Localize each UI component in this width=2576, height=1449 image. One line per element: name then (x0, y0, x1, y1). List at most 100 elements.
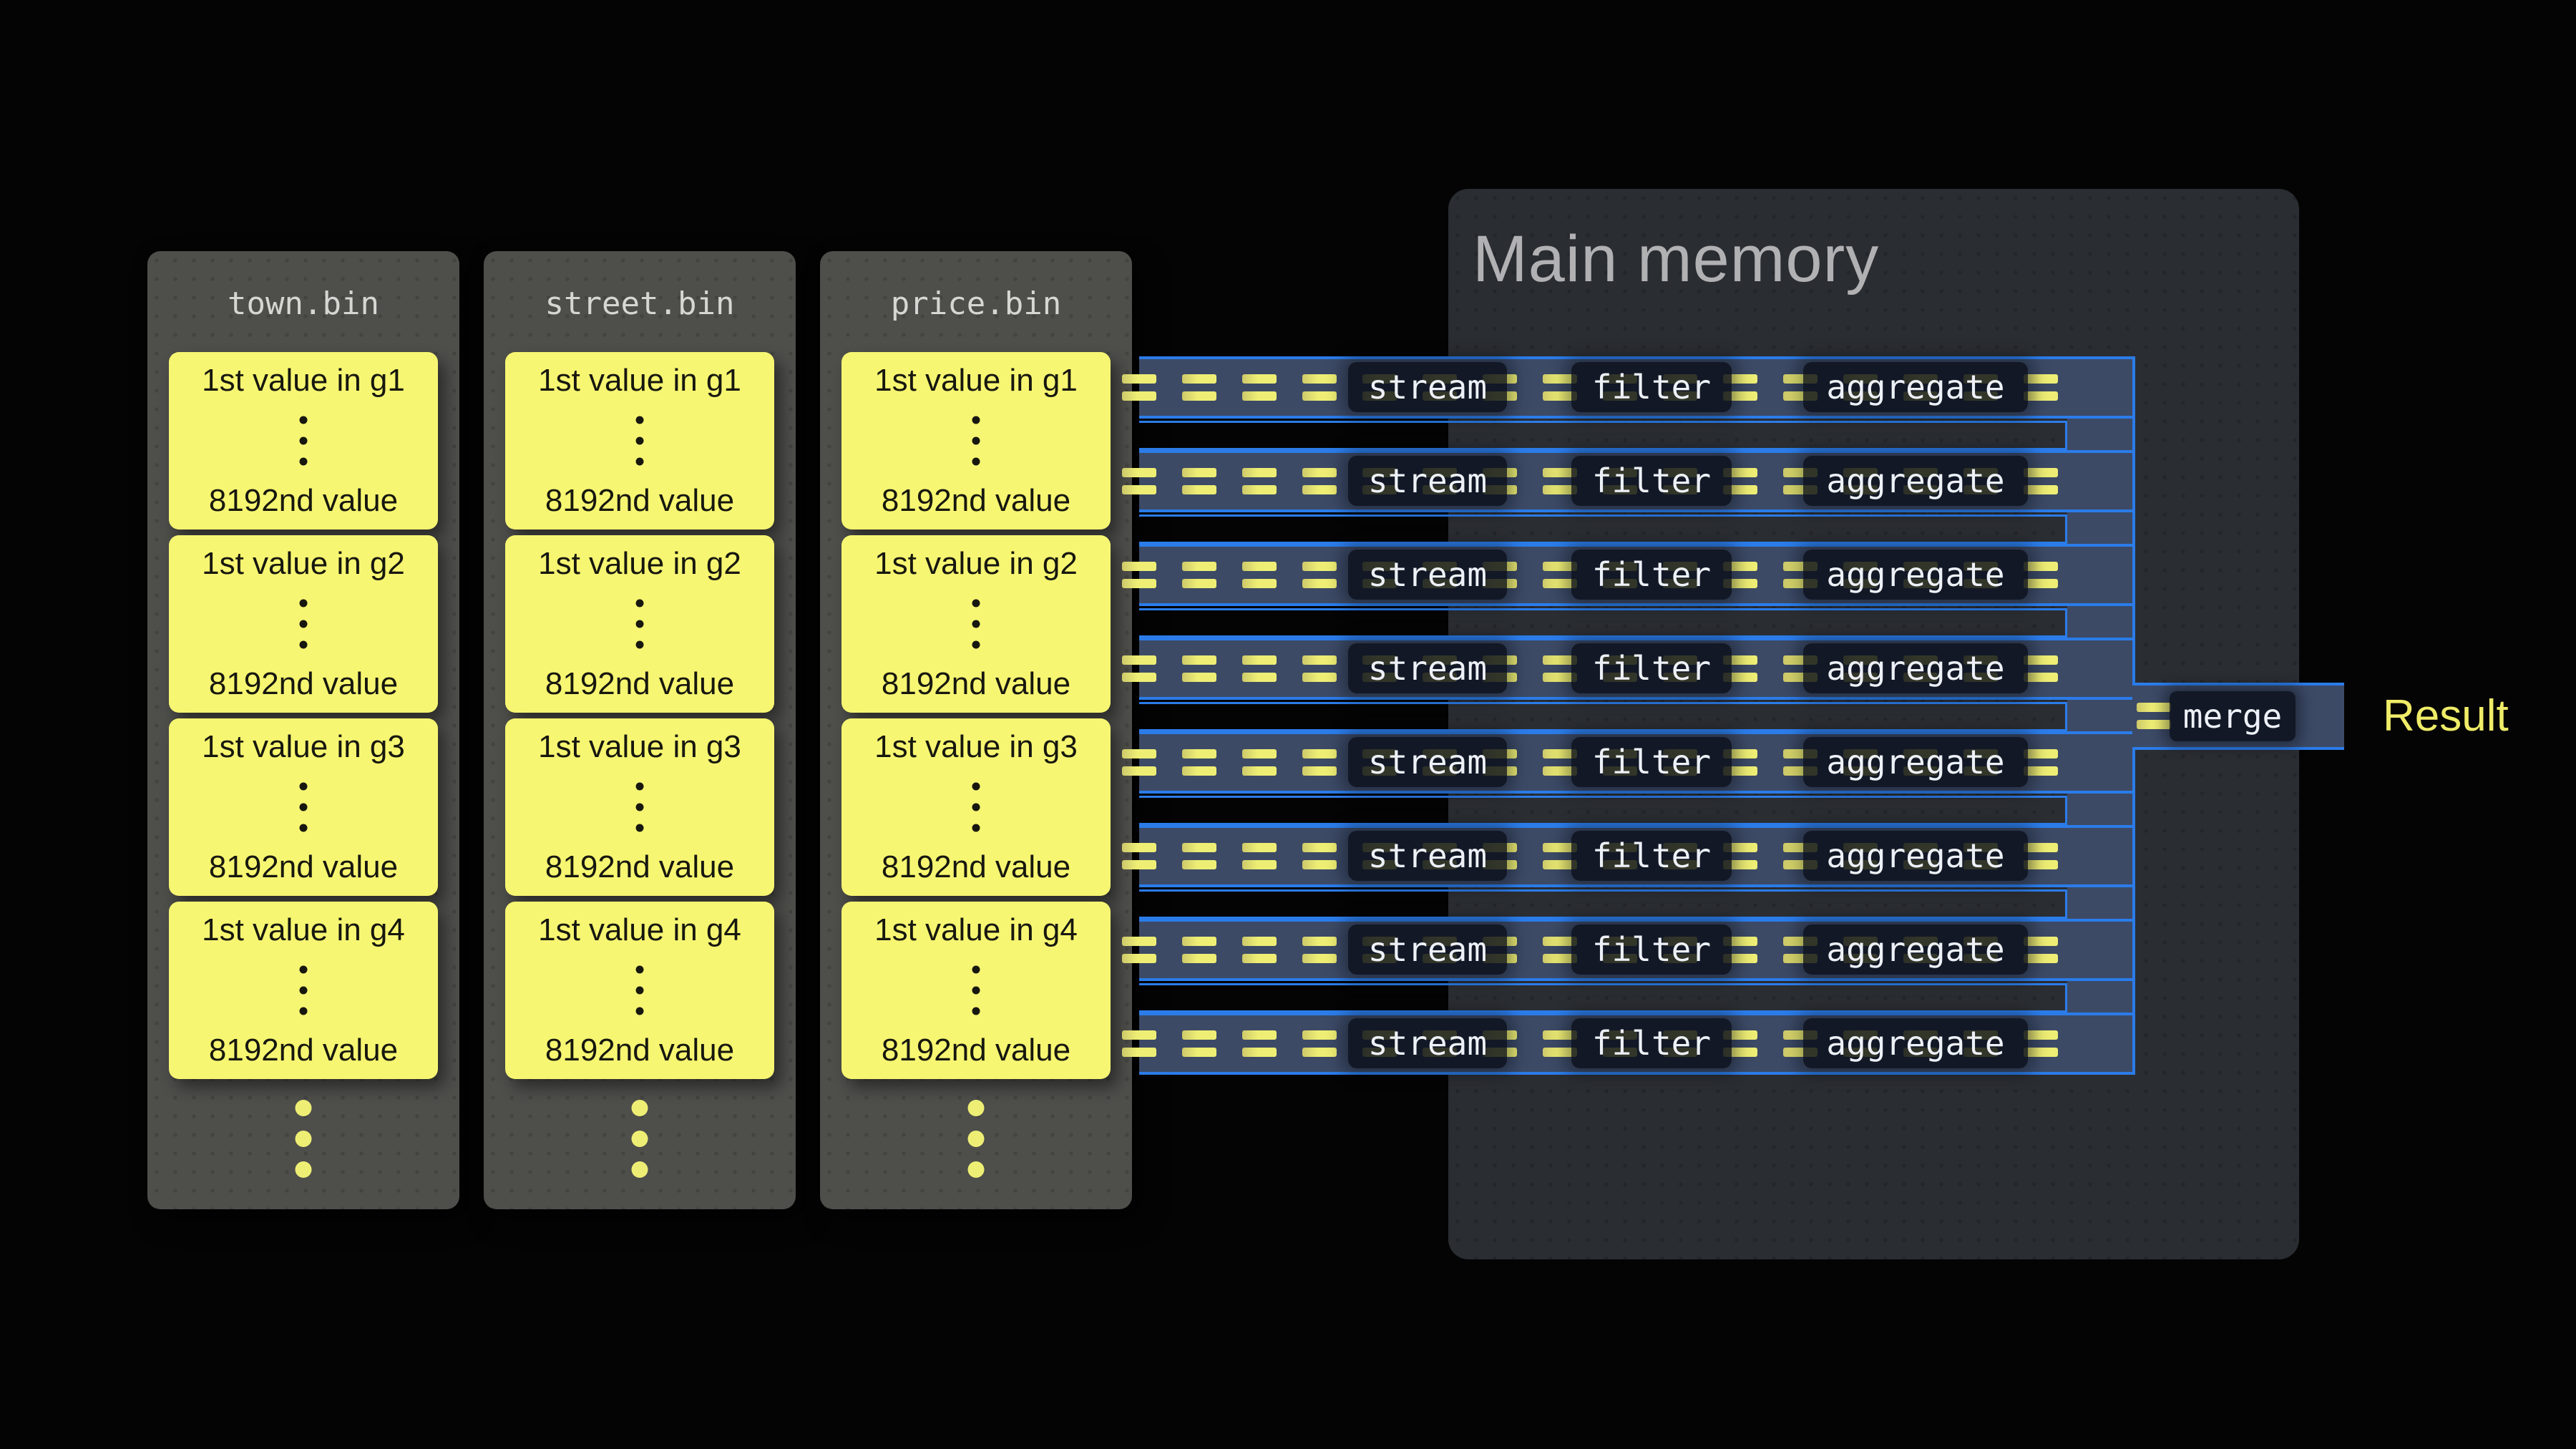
card-ellipsis (636, 600, 644, 649)
ellipsis-dot (632, 1100, 648, 1116)
ellipsis-dot (972, 966, 980, 974)
data-flow-dash (2024, 1030, 2058, 1057)
ellipsis-dot (300, 437, 308, 445)
bus-border-lower (2132, 750, 2135, 1075)
main-memory-title: Main memory (1473, 223, 1879, 295)
dash-bar (2024, 954, 2058, 963)
dash-bar (1122, 937, 1156, 946)
dash-bar (1182, 843, 1216, 852)
dash-bar (2024, 579, 2058, 588)
lane-connector (1139, 421, 2067, 450)
dash-bar (1302, 749, 1337, 758)
data-flow-dash (2024, 562, 2058, 588)
ellipsis-dot (636, 824, 644, 832)
dash-bar (1242, 749, 1277, 758)
stage-pill-filter: filter (1571, 831, 1732, 881)
dash-bar (1302, 1030, 1337, 1040)
column-more-ellipsis (968, 1100, 985, 1178)
ellipsis-dot (636, 416, 644, 424)
card-ellipsis (300, 600, 308, 649)
value-card: 1st value in g1 8192nd value (841, 352, 1111, 530)
card-top-label: 1st value in g3 (505, 728, 774, 766)
merge-dash (2137, 703, 2171, 729)
ellipsis-dot (972, 824, 980, 832)
data-flow-dash (1302, 562, 1337, 588)
dash-bar (2024, 374, 2058, 384)
data-flow-dash (1122, 937, 1156, 963)
ellipsis-dot (300, 987, 308, 995)
dash-bar (2024, 766, 2058, 776)
stage-pill-aggregate: aggregate (1803, 737, 2028, 787)
card-ellipsis (300, 966, 308, 1015)
data-flow-dash (2024, 374, 2058, 401)
ellipsis-dot (300, 416, 308, 424)
dash-bar (1242, 673, 1277, 682)
dash-bar (1122, 468, 1156, 477)
data-flow-dash (1242, 655, 1277, 682)
ellipsis-dot (968, 1100, 985, 1116)
stage-pill-aggregate: aggregate (1803, 643, 2028, 693)
ellipsis-dot (972, 437, 980, 445)
ellipsis-dot (636, 620, 644, 628)
stage-pill-aggregate: aggregate (1803, 550, 2028, 600)
dash-bar (2024, 391, 2058, 401)
data-flow-dash (1242, 374, 1277, 401)
dash-bar (2137, 703, 2171, 712)
pipeline-lane: streamfilteraggregate (1139, 544, 2135, 606)
dash-bar (1122, 485, 1156, 494)
dash-bar (1302, 579, 1337, 588)
lane-connector (1139, 702, 2067, 731)
ellipsis-dot (300, 458, 308, 466)
dash-bar (1302, 766, 1337, 776)
data-flow-dash (1302, 655, 1337, 682)
result-label: Result (2383, 691, 2509, 741)
data-flow-dash (1182, 749, 1216, 776)
dash-bar (1242, 579, 1277, 588)
dash-bar (2024, 673, 2058, 682)
pipeline-lane: streamfilteraggregate (1139, 638, 2135, 700)
data-flow-dash (2024, 749, 2058, 776)
ellipsis-dot (300, 641, 308, 649)
dash-bar (1182, 485, 1216, 494)
ellipsis-dot (300, 824, 308, 832)
column-more-ellipsis (296, 1100, 312, 1178)
ellipsis-dot (972, 458, 980, 466)
card-bottom-label: 8192nd value (505, 849, 774, 886)
ellipsis-dot (972, 416, 980, 424)
dash-bar (2024, 485, 2058, 494)
card-bottom-label: 8192nd value (841, 482, 1111, 519)
dash-bar (1302, 655, 1337, 665)
card-ellipsis (636, 783, 644, 832)
dash-bar (2137, 720, 2171, 729)
dash-bar (1302, 937, 1337, 946)
ellipsis-dot (632, 1131, 648, 1147)
data-flow-dash (1302, 937, 1337, 963)
data-flow-dash (2024, 937, 2058, 963)
dash-bar (1302, 562, 1337, 571)
merge-node: merge (2170, 691, 2296, 741)
dash-bar (1122, 843, 1156, 852)
dash-bar (1242, 843, 1277, 852)
dash-bar (1242, 391, 1277, 401)
dash-bar (1122, 1030, 1156, 1040)
stage-pill-filter: filter (1571, 1018, 1732, 1068)
dash-bar (1242, 1030, 1277, 1040)
data-flow-dash (1122, 655, 1156, 682)
dash-bar (2024, 860, 2058, 869)
ellipsis-dot (636, 641, 644, 649)
dash-bar (1302, 673, 1337, 682)
dash-bar (2024, 937, 2058, 946)
card-top-label: 1st value in g1 (841, 362, 1111, 399)
stage-pill-aggregate: aggregate (1803, 831, 2028, 881)
dash-bar (1242, 937, 1277, 946)
dash-bar (2024, 468, 2058, 477)
data-flow-dash (1242, 749, 1277, 776)
value-card: 1st value in g18192nd value (505, 352, 774, 530)
value-card: 1st value in g48192nd value (505, 902, 774, 1079)
data-flow-dash (1182, 468, 1216, 494)
stage-pill-filter: filter (1571, 362, 1732, 412)
value-card: 1st value in g18192nd value (169, 352, 438, 530)
data-flow-dash (1302, 374, 1337, 401)
value-card: 1st value in g48192nd value (841, 902, 1111, 1079)
value-card: 1st value in g38192nd value (841, 718, 1111, 896)
